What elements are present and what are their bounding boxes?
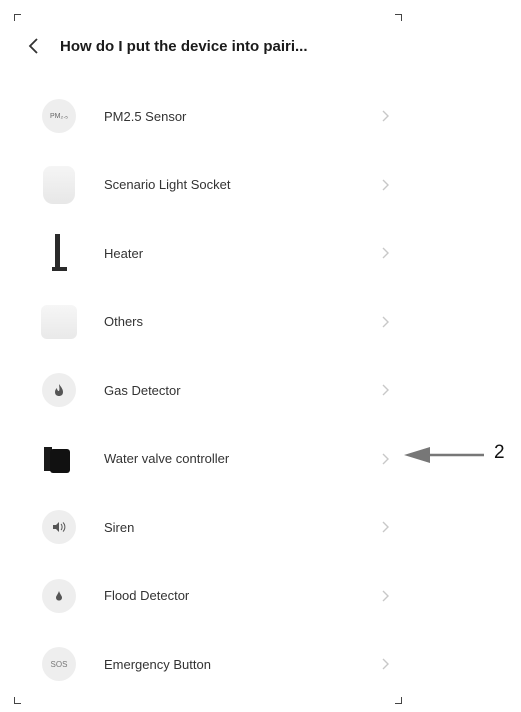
callout-number: 2 xyxy=(494,442,505,463)
chevron-right-icon xyxy=(382,453,389,465)
list-item-label: Heater xyxy=(104,245,144,261)
flame-icon xyxy=(55,384,63,397)
chevron-right-icon xyxy=(382,658,389,670)
emergency-button-icon: SOS xyxy=(42,647,76,682)
chevron-right-icon xyxy=(382,521,389,533)
water-valve-icon xyxy=(44,446,70,473)
frame-corner xyxy=(14,14,21,21)
chevron-right-icon xyxy=(382,316,389,328)
list-item-scenario-light-socket[interactable]: Scenario Light Socket xyxy=(14,151,402,220)
device-list: PM₂.₅ PM2.5 Sensor Scenario Light Socket xyxy=(14,82,402,699)
header: How do I put the device into pairi... xyxy=(14,30,402,62)
chevron-right-icon xyxy=(382,247,389,259)
list-item-label: Others xyxy=(104,314,144,330)
pm25-sensor-icon: PM₂.₅ xyxy=(42,99,76,134)
others-icon xyxy=(41,304,77,339)
list-item-heater[interactable]: Heater xyxy=(14,219,402,288)
heater-icon xyxy=(52,234,67,272)
list-item-label: Gas Detector xyxy=(104,382,181,398)
list-item-emergency-button[interactable]: SOS Emergency Button xyxy=(14,630,402,699)
list-item-pm25-sensor[interactable]: PM₂.₅ PM2.5 Sensor xyxy=(14,82,402,151)
speaker-icon xyxy=(53,522,66,533)
flood-detector-icon xyxy=(42,578,76,613)
frame-corner xyxy=(395,14,402,21)
chevron-right-icon xyxy=(382,179,389,191)
chevron-right-icon xyxy=(382,110,389,122)
list-item-siren[interactable]: Siren xyxy=(14,493,402,562)
list-item-gas-detector[interactable]: Gas Detector xyxy=(14,356,402,425)
list-item-flood-detector[interactable]: Flood Detector xyxy=(14,562,402,631)
list-item-label: Emergency Button xyxy=(104,656,211,672)
siren-icon xyxy=(42,510,76,545)
back-button[interactable] xyxy=(14,30,54,62)
chevron-right-icon xyxy=(382,384,389,396)
list-item-label: Siren xyxy=(104,519,135,535)
water-drop-icon xyxy=(56,590,62,601)
chevron-left-icon xyxy=(28,38,38,54)
list-item-label: PM2.5 Sensor xyxy=(104,108,187,124)
list-item-label: Water valve controller xyxy=(104,451,230,467)
phone-frame: How do I put the device into pairi... PM… xyxy=(14,14,402,704)
gas-detector-icon xyxy=(42,373,76,408)
light-socket-icon xyxy=(43,165,75,204)
list-item-label: Scenario Light Socket xyxy=(104,177,231,193)
list-item-water-valve-controller[interactable]: Water valve controller xyxy=(14,425,402,494)
list-item-label: Flood Detector xyxy=(104,588,190,604)
page-title: How do I put the device into pairi... xyxy=(60,37,308,55)
chevron-right-icon xyxy=(382,590,389,602)
list-item-others[interactable]: Others xyxy=(14,288,402,357)
